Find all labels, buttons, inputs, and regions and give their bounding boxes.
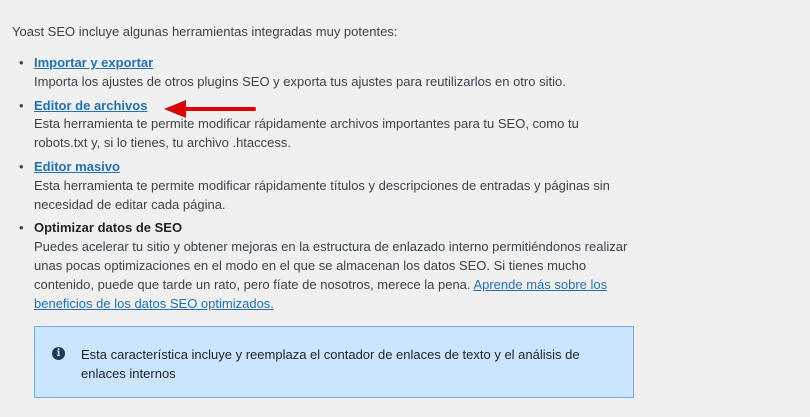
bullet-icon: • [19, 97, 24, 113]
import-export-description: Importa los ajustes de otros plugins SEO… [34, 73, 566, 89]
list-item-import-export: • Importar y exportar Importa los ajuste… [12, 54, 632, 92]
notice-text: Esta característica incluye y reemplaza … [81, 347, 580, 381]
tools-page: Yoast SEO incluye algunas herramientas i… [0, 0, 810, 417]
optimize-seo-data-heading: Optimizar datos de SEO [34, 220, 183, 236]
list-item-optimize-seo-data: • Optimizar datos de SEO Puedes acelerar… [12, 219, 632, 313]
bullet-icon: • [19, 55, 24, 70]
intro-text: Yoast SEO incluye algunas herramientas i… [12, 24, 398, 39]
bulk-editor-description: Esta herramienta te permite modificar rá… [34, 177, 610, 212]
bullet-icon: • [19, 158, 24, 174]
list-item-bulk-editor: • Editor masivo Esta herramienta te perm… [12, 158, 632, 214]
info-icon: i [52, 347, 65, 360]
file-editor-description: Esta herramienta te permite modificar rá… [34, 116, 579, 151]
red-arrow-annotation [164, 100, 256, 118]
optimize-seo-data-description: Puedes acelerar tu sitio y obtener mejor… [34, 238, 632, 313]
info-notice: i Esta característica incluye y reemplaz… [34, 326, 634, 398]
list-item-file-editor: • Editor de archivos Esta herramienta te… [12, 97, 632, 153]
bulk-editor-link[interactable]: Editor masivo [34, 159, 120, 174]
file-editor-link[interactable]: Editor de archivos [34, 98, 147, 113]
tools-list: • Importar y exportar Importa los ajuste… [12, 54, 632, 318]
bullet-icon: • [19, 220, 24, 236]
import-export-link[interactable]: Importar y exportar [34, 55, 153, 70]
